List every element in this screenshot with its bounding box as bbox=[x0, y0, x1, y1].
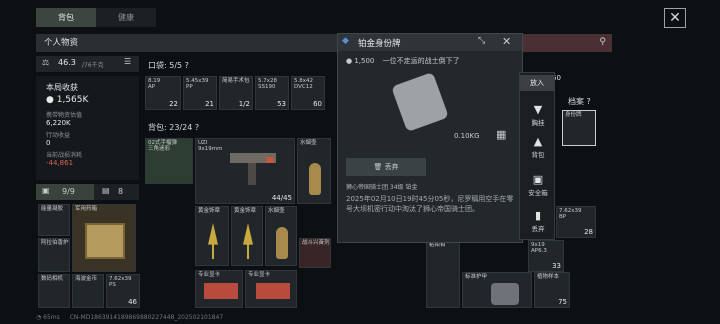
bp-item-gpu-2[interactable]: 专业显卡 bbox=[245, 270, 297, 308]
item-ammo-762ps[interactable]: 7.62x39 PS 46 bbox=[106, 274, 140, 308]
item-digital-camera[interactable]: 数码相机 bbox=[38, 274, 70, 308]
detail-price: 1,500 bbox=[354, 57, 375, 65]
action-menu: 放入 ▼ 胸挂 ▲ 背包 ▣ 安全箱 ▮ 丢弃 bbox=[519, 72, 555, 240]
bp-item-uzi[interactable]: UZI 9x19mm 44/45 bbox=[195, 138, 295, 204]
weight-value: 46.3 bbox=[58, 58, 76, 67]
vest-icon: ▼ bbox=[533, 103, 543, 116]
detail-description: 2025年02月10日19时45分05秒，尼罗稱用空手在零号大坝机密行动中淘汰了… bbox=[346, 195, 514, 213]
case-icon: ▤ bbox=[102, 186, 110, 195]
put-in-button[interactable]: 放入 bbox=[520, 75, 554, 91]
bp-item-hookah-1[interactable]: 水烟壶 bbox=[297, 138, 331, 204]
bp-item-stimulant[interactable]: 战斗兴奋剂 bbox=[299, 238, 331, 268]
menu-discard[interactable]: ▮ 丢弃 bbox=[520, 209, 556, 233]
bp-item-gold-badge-2[interactable]: 黄金饰章 bbox=[231, 206, 263, 266]
pouch-icon: ▣ bbox=[42, 186, 50, 195]
item-arabian-censer[interactable]: 阿拉伯香炉 bbox=[38, 238, 70, 272]
wifi-icon: ◔ bbox=[36, 314, 42, 321]
carried-value: 6,220K bbox=[46, 119, 71, 127]
weight-icon: ⚖ bbox=[42, 58, 50, 67]
bp-item-hookah-2[interactable]: 水烟壶 bbox=[265, 206, 297, 266]
close-icon[interactable]: ✕ bbox=[664, 8, 686, 28]
item-energy-gel[interactable]: 能量凝胶 bbox=[38, 204, 70, 236]
action-cost-label: 当前战损消耗 bbox=[46, 152, 83, 159]
pocket-label: 口袋: 5/5 ? bbox=[148, 61, 189, 70]
action-cost: -44,861 bbox=[46, 159, 74, 167]
pocket-item-3[interactable]: 简易手术包 1/2 bbox=[219, 76, 253, 110]
bp-item-gpu-1[interactable]: 专业显卡 bbox=[195, 270, 243, 308]
pocket-item-5[interactable]: 5.8x42 DVC12 60 bbox=[291, 76, 325, 110]
item-military-medkit[interactable]: 军用药箱 bbox=[72, 204, 136, 272]
weight-max: /76千克 bbox=[82, 62, 104, 69]
menu-chest[interactable]: ▼ 胸挂 bbox=[520, 103, 556, 127]
detail-header: ◆ 铂金身份牌 ⤡ ✕ bbox=[338, 34, 522, 51]
trash-icon: 🗑 bbox=[373, 163, 383, 171]
pocket-item-4[interactable]: 5.7x28 SS190 53 bbox=[255, 76, 289, 110]
action-income-label: 行动收益 bbox=[46, 132, 71, 139]
weight-bar: ⚖ 46.3 /76千克 ☰ bbox=[36, 56, 139, 72]
panel-title: 个人物资 bbox=[36, 34, 341, 52]
right-item-armor[interactable]: 标准护甲 bbox=[462, 272, 532, 308]
detail-title: 铂金身份牌 bbox=[358, 39, 401, 49]
right-header-strip: ⚲ bbox=[523, 34, 612, 52]
session-id: CN-MD1863914189869880227448_202502101847 bbox=[69, 314, 224, 321]
right-item-762bp[interactable]: 7.62x39 BP 28 bbox=[556, 206, 596, 238]
pin-icon[interactable]: ⚲ bbox=[599, 37, 606, 47]
right-item-plant-sample[interactable]: 植物样本 75 bbox=[534, 272, 570, 308]
stats-panel: 本局收获 ● 1,565K 携带物资估值 6,220K 行动收益 0 当前战损消… bbox=[36, 76, 139, 180]
bp-item-gold-badge-1[interactable]: 黄金饰章 bbox=[195, 206, 229, 266]
collapse-icon[interactable]: ⤡ bbox=[478, 36, 485, 46]
detail-meta: 狮心帝国骑士团 34级 铂金 bbox=[346, 184, 418, 191]
diamond-icon: ◆ bbox=[342, 36, 349, 46]
pocket-item-2[interactable]: 5.45x39 PP 21 bbox=[183, 76, 217, 110]
ping: 65ms bbox=[43, 314, 60, 321]
right-item-919ap[interactable]: 9x19 AP6.3 33 bbox=[528, 240, 564, 272]
carried-value-label: 携带物资估值 bbox=[46, 112, 83, 119]
backpack-label: 背包: 23/24 ? bbox=[148, 123, 200, 132]
item-gold-coin[interactable]: 海波金币 bbox=[72, 274, 104, 308]
right-item-pliers[interactable]: 粘钳钳 bbox=[426, 240, 460, 308]
tab-backpack[interactable]: 背包 bbox=[36, 8, 96, 27]
menu-safebox[interactable]: ▣ 安全箱 bbox=[520, 173, 556, 197]
round-income: ● 1,565K bbox=[46, 95, 89, 105]
dog-tag-image bbox=[391, 71, 449, 133]
detail-flavor: 一位不走运的战士倒下了 bbox=[382, 57, 460, 65]
tab-health[interactable]: 健康 bbox=[96, 8, 156, 27]
list-icon[interactable]: ☰ bbox=[124, 57, 131, 66]
pouch-tab-b[interactable]: 8 bbox=[118, 187, 123, 196]
menu-bag[interactable]: ▲ 背包 bbox=[520, 135, 556, 159]
item-detail-popup: ◆ 铂金身份牌 ⤡ ✕ ● 1,500 一位不走运的战士倒下了 0.10KG ▦… bbox=[337, 33, 523, 243]
action-income: 0 bbox=[46, 139, 51, 147]
grid-size-icon: ▦ bbox=[496, 128, 507, 141]
detail-price-row: ● 1,500 一位不走运的战士倒下了 bbox=[346, 57, 460, 65]
archive-label: 档案 ? bbox=[568, 97, 591, 106]
pouch-tabs: ▣ 9/9 ▤ 8 bbox=[36, 184, 139, 200]
round-income-label: 本局收获 bbox=[46, 83, 78, 92]
archive-id-tag-slot[interactable]: 身份牌 bbox=[562, 110, 596, 146]
pouch-tab-a[interactable]: 9/9 bbox=[62, 187, 75, 196]
pocket-item-1[interactable]: 8.19 AP 22 bbox=[145, 76, 181, 110]
status-bar: ◔ 65ms CN-MD1863914189869880227448_20250… bbox=[36, 314, 223, 321]
discard-button[interactable]: 🗑 丢弃 bbox=[346, 158, 426, 176]
trash-icon: ▮ bbox=[534, 209, 542, 222]
close-detail-icon[interactable]: ✕ bbox=[502, 35, 511, 48]
safebox-icon: ▣ bbox=[532, 173, 544, 186]
detail-weight: 0.10KG bbox=[454, 132, 480, 140]
bp-item-grenade[interactable]: 02式手榴弹 三角迷彩 bbox=[145, 138, 193, 184]
backpack-icon: ▲ bbox=[533, 135, 543, 148]
